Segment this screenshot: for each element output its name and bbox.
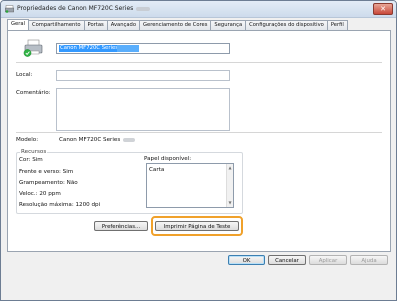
comment-label: Comentário: <box>16 90 51 96</box>
redacted-text <box>123 137 136 142</box>
properties-dialog: Propriedades de Canon MF720C Series ✕ Ge… <box>0 0 397 301</box>
model-label: Modelo: <box>16 137 39 143</box>
title-bar: Propriedades de Canon MF720C Series ✕ <box>1 1 396 18</box>
apply-button[interactable]: Aplicar <box>309 255 347 265</box>
printer-name-selected-text: Canon MF720C Series <box>59 45 120 52</box>
feature-speed: Veloc.: 20 ppm <box>19 191 61 197</box>
tab-advanced[interactable]: Avançado <box>106 20 140 30</box>
divider <box>16 132 382 133</box>
redacted-text <box>117 45 139 52</box>
close-button[interactable]: ✕ <box>373 3 393 15</box>
tab-ports[interactable]: Portas <box>83 20 108 30</box>
cancel-button[interactable]: Cancelar <box>268 255 306 265</box>
window-title-text: Propriedades de Canon MF720C Series <box>17 5 134 12</box>
location-field[interactable] <box>56 70 230 81</box>
tab-general[interactable]: Geral <box>7 19 29 30</box>
scroll-down-icon[interactable]: ▼ <box>228 201 232 205</box>
feature-duplex: Frente e verso: Sim <box>19 169 74 175</box>
divider <box>16 62 382 63</box>
paper-list-scrollbar[interactable]: ▲ ▼ <box>226 164 233 207</box>
tab-strip: Geral Compartilhamento Portas Avançado G… <box>7 19 348 30</box>
paper-available-label: Papel disponível: <box>144 156 192 162</box>
feature-staple: Grampeamento: Não <box>19 180 78 186</box>
ok-button[interactable]: OK <box>228 255 265 265</box>
tab-color-management[interactable]: Gerenciamento de Cores <box>139 20 212 30</box>
scroll-up-icon[interactable]: ▲ <box>228 166 232 170</box>
model-value-wrapper: Canon MF720C Series <box>59 137 136 143</box>
tab-device-settings[interactable]: Configurações do dispositivo <box>245 20 328 30</box>
paper-option[interactable]: Carta <box>149 167 164 173</box>
tab-sharing[interactable]: Compartilhamento <box>27 20 85 30</box>
printer-icon <box>5 5 14 13</box>
redacted-text <box>136 6 151 11</box>
window-title: Propriedades de Canon MF720C Series <box>17 5 151 12</box>
feature-color: Cor: Sim <box>19 157 43 163</box>
preferences-button[interactable]: Preferências... <box>94 221 148 231</box>
print-test-page-button[interactable]: Imprimir Página de Teste <box>155 221 239 231</box>
tab-security[interactable]: Segurança <box>210 20 247 30</box>
location-label: Local: <box>16 72 33 78</box>
comment-field[interactable] <box>56 88 230 131</box>
help-button[interactable]: Ajuda <box>350 255 388 265</box>
general-panel: Canon MF720C Series Local: Comentário: M… <box>7 30 391 252</box>
features-group: Recursos Cor: Sim Frente e verso: Sim Gr… <box>16 149 243 214</box>
tab-profile[interactable]: Perfil <box>326 20 348 30</box>
printer-name-field[interactable]: Canon MF720C Series <box>56 43 230 54</box>
paper-listbox[interactable]: Carta ▲ ▼ <box>146 163 234 208</box>
features-legend: Recursos <box>20 149 48 155</box>
printer-check-icon <box>23 39 43 57</box>
model-value: Canon MF720C Series <box>59 137 121 143</box>
close-icon: ✕ <box>380 5 386 13</box>
feature-resolution: Resolução máxima: 1200 dpi <box>19 202 101 208</box>
